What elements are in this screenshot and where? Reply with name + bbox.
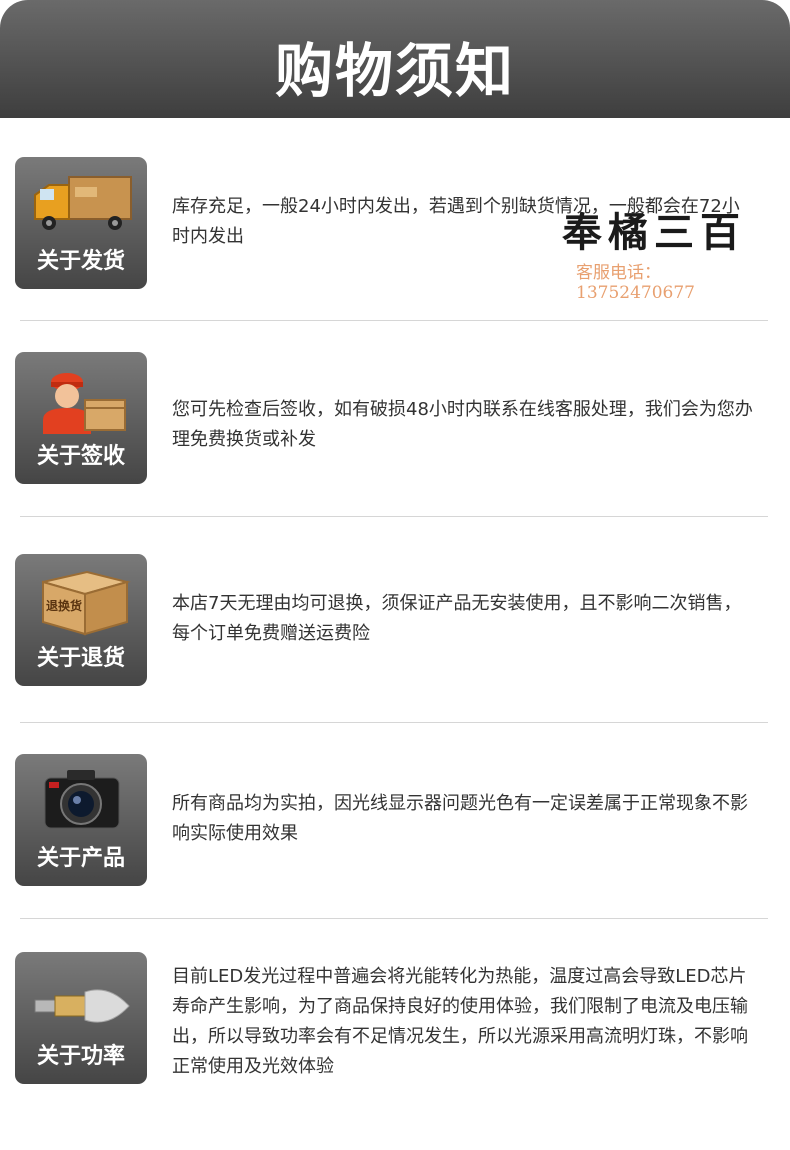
shipping-label: 关于发货 — [36, 249, 125, 274]
power-icon-box: 关于功率 — [15, 952, 147, 1084]
returns-description: 本店7天无理由均可退换，须保证产品无安装使用，且不影响二次销售，每个订单免费赠送… — [172, 593, 742, 644]
power-label: 关于功率 — [36, 1044, 125, 1069]
page-header: 购物须知 — [0, 0, 790, 118]
returns-icon-box: 退换货 关于退货 — [15, 554, 147, 686]
divider — [20, 918, 768, 919]
product-label: 关于产品 — [36, 846, 125, 871]
return-box-text: 退换货 — [46, 598, 82, 613]
divider — [20, 722, 768, 723]
receipt-label: 关于签收 — [36, 444, 125, 469]
led-bulb-icon — [34, 989, 130, 1023]
courier-with-package-icon — [43, 373, 126, 434]
watermark-phone: 客服电话：13752470677 — [576, 263, 695, 303]
divider — [20, 320, 768, 321]
shipping-description: 库存充足，一般24小时内发出，若遇到个别缺货情况，一般都会在72小时内发出 — [172, 196, 740, 247]
product-icon-box: 关于产品 — [15, 754, 147, 886]
power-description: 目前LED发光过程中普遍会将光能转化为热能，温度过高会导致LED芯片寿命产生影响… — [172, 966, 748, 1077]
delivery-truck-icon — [34, 176, 132, 230]
shipping-icon-box: 关于发货 — [15, 157, 147, 289]
receipt-icon-box: 关于签收 — [15, 352, 147, 484]
return-box-icon: 退换货 — [42, 570, 131, 636]
page-title: 购物须知 — [274, 37, 515, 105]
receipt-description: 您可先检查后签收，如有破损48小时内联系在线客服处理，我们会为您办理免费换货或补… — [172, 399, 753, 450]
camera-icon — [44, 770, 120, 829]
returns-label: 关于退货 — [36, 646, 125, 671]
product-description: 所有商品均为实拍，因光线显示器问题光色有一定误差属于正常现象不影响实际使用效果 — [172, 793, 748, 844]
divider — [20, 516, 768, 517]
